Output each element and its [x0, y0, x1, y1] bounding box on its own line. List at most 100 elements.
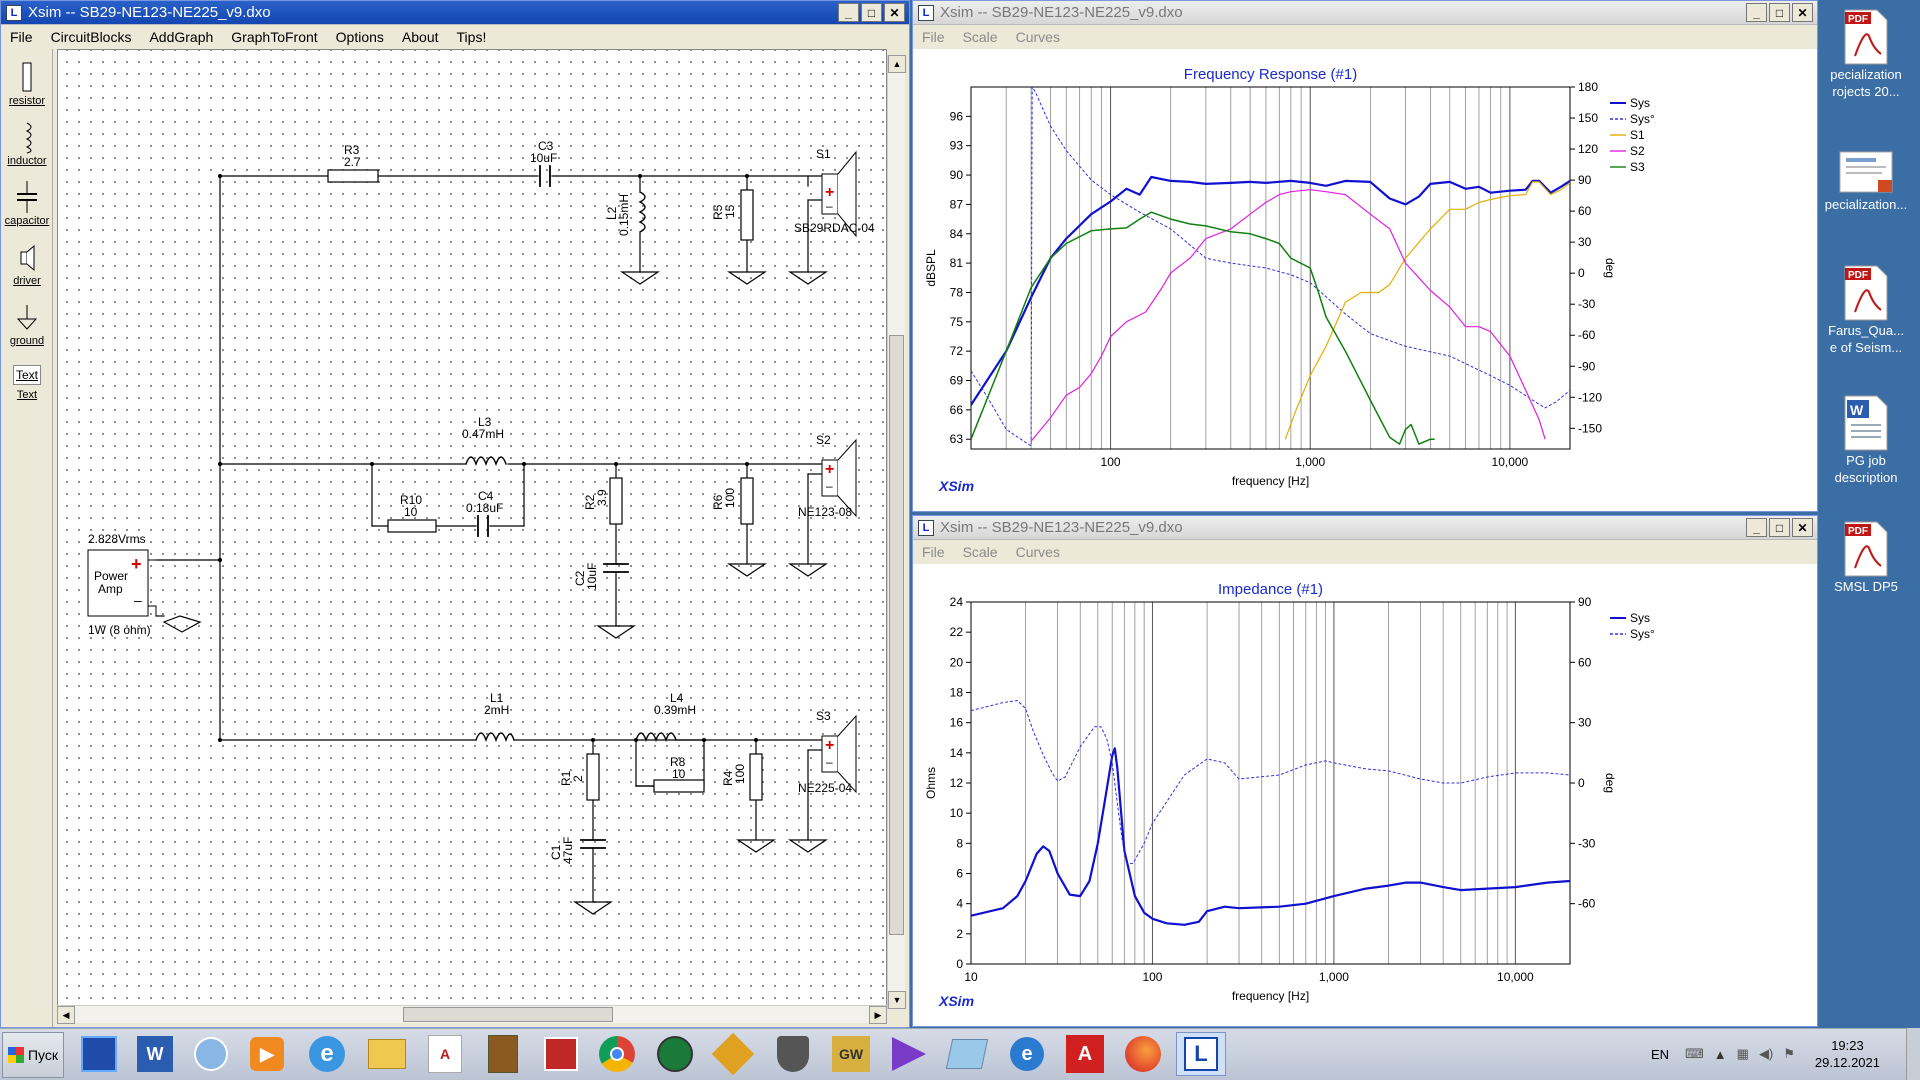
taskbar-app-xsim-icon[interactable]: L [1176, 1032, 1226, 1076]
freq-minimize-button[interactable]: _ [1746, 3, 1767, 22]
taskbar-app-tool-icon[interactable] [711, 1032, 755, 1076]
taskbar-app-firefox-icon[interactable] [1122, 1032, 1164, 1076]
taskbar-app-folder-icon[interactable] [366, 1032, 408, 1076]
imp-menu-curves[interactable]: Curves [1007, 544, 1069, 560]
power-amp-block[interactable]: + – Power Amp [87, 549, 157, 617]
menu-about[interactable]: About [393, 29, 448, 45]
value-l4: 0.39mH [654, 703, 696, 717]
palette-ground[interactable]: ground [1, 305, 53, 347]
desktop-icon-word[interactable]: W PG job description [1812, 394, 1920, 486]
taskbar-app-vs-icon[interactable] [888, 1032, 930, 1076]
taskbar-app-calculator-icon[interactable] [78, 1032, 120, 1076]
vscroll-thumb[interactable] [889, 335, 904, 935]
taskbar-app-globe-icon[interactable] [654, 1032, 696, 1076]
desktop-icon-ppt[interactable]: pecialization... [1812, 150, 1920, 213]
desktop-icon-pdf-1[interactable]: PDF pecialization rojects 20... [1812, 8, 1920, 100]
scroll-right-arrow[interactable]: ▶ [869, 1006, 887, 1024]
start-button[interactable]: Пуск [2, 1031, 64, 1078]
menu-file[interactable]: File [1, 29, 42, 45]
taskbar-app-autocad-icon[interactable]: A [1064, 1032, 1106, 1076]
y-tick-label: 18 [950, 686, 964, 700]
pdf-file-icon-2: PDF [1844, 265, 1888, 321]
menu-options[interactable]: Options [327, 29, 393, 45]
freq-graph-area[interactable]: 63 66 69 72 75 78 81 84 87 90 93 96 -150 -120 -90 -60 -3… [913, 49, 1817, 511]
taskbar-app-media-icon[interactable]: ▶ [246, 1032, 288, 1076]
clock[interactable]: 19:23 29.12.2021 [1815, 1037, 1880, 1071]
taskbar-app-pdf-icon[interactable]: A [424, 1032, 466, 1076]
palette-driver[interactable]: driver [1, 243, 53, 287]
palette-inductor[interactable]: inductor [1, 121, 53, 167]
amp-voltage: 2.828Vrms [88, 532, 146, 546]
menu-addgraph[interactable]: AddGraph [140, 29, 222, 45]
keyboard-icon[interactable]: ⌨ [1685, 1046, 1704, 1062]
freq-menu-file[interactable]: File [913, 29, 954, 45]
palette-capacitor[interactable]: capacitor [1, 181, 53, 227]
imp-graph-area[interactable]: 0 2 4 6 8 10 12 14 16 18 20 22 24 -60 -30 0 30 60 90 10 100 1… [913, 564, 1817, 1026]
legend-label[interactable]: Sys [1630, 96, 1650, 110]
palette-text[interactable]: Text Text [1, 365, 53, 401]
y-tick-label: 10 [950, 806, 964, 820]
main-window: L Xsim -- SB29-NE123-NE225_v9.dxo _ □ ✕ … [0, 0, 910, 1028]
freq-maximize-button[interactable]: □ [1769, 3, 1790, 22]
taskbar-app-search-icon[interactable] [190, 1032, 232, 1076]
legend-label[interactable]: S1 [1630, 128, 1645, 142]
x-tick-label: 1,000 [1295, 455, 1325, 469]
palette-resistor[interactable]: resistor [1, 61, 53, 107]
scroll-left-arrow[interactable]: ◀ [57, 1006, 75, 1024]
main-titlebar[interactable]: L Xsim -- SB29-NE123-NE225_v9.dxo _ □ ✕ [1, 1, 909, 25]
tray-expand-icon[interactable]: ▲ [1714, 1047, 1727, 1062]
legend-label[interactable]: S2 [1630, 144, 1645, 158]
scroll-up-arrow[interactable]: ▲ [888, 55, 906, 73]
taskbar-app-chart-icon[interactable] [540, 1032, 582, 1076]
svg-text:–: – [826, 479, 833, 493]
taskbar-app-shield-icon[interactable] [772, 1032, 814, 1076]
close-button[interactable]: ✕ [884, 3, 905, 22]
legend-label[interactable]: Sys° [1630, 627, 1655, 641]
desktop-icon-1-line1: pecialization [1830, 67, 1902, 82]
imp-maximize-button[interactable]: □ [1769, 518, 1790, 537]
flag-icon[interactable]: ⚑ [1783, 1046, 1795, 1062]
imp-menu-scale[interactable]: Scale [954, 544, 1007, 560]
taskbar-app-notes-icon[interactable] [945, 1032, 989, 1076]
menu-graphtofront[interactable]: GraphToFront [222, 29, 326, 45]
minimize-button[interactable]: _ [838, 3, 859, 22]
imp-minimize-button[interactable]: _ [1746, 518, 1767, 537]
taskbar-app-ie-icon[interactable]: e [306, 1032, 348, 1076]
value-l1: 2mH [484, 703, 509, 717]
freq-titlebar[interactable]: L Xsim -- SB29-NE123-NE225_v9.dxo _ □ ✕ [913, 1, 1817, 25]
imp-menu-file[interactable]: File [913, 544, 954, 560]
hscroll-thumb[interactable] [403, 1007, 613, 1022]
freq-menu-scale[interactable]: Scale [954, 29, 1007, 45]
schematic-canvas[interactable]: + – + – + – + – Power Amp 2.828Vrms 1W (… [57, 49, 887, 1009]
menu-tips[interactable]: Tips! [448, 29, 496, 45]
show-desktop-button[interactable] [1906, 1028, 1920, 1080]
taskbar-app-gw-icon[interactable]: GW [830, 1032, 872, 1076]
svg-text:W: W [1850, 402, 1864, 418]
schematic-vscrollbar[interactable]: ▲ ▼ [887, 55, 906, 1009]
freq-menu-curves[interactable]: Curves [1007, 29, 1069, 45]
language-indicator[interactable]: EN [1651, 1047, 1669, 1062]
desktop-icon-pdf-2[interactable]: PDF Farus_Qua... e of Seism... [1812, 264, 1920, 356]
taskbar-app-chrome-icon[interactable] [596, 1032, 638, 1076]
imp-close-button[interactable]: ✕ [1792, 518, 1813, 537]
desktop-icon-pdf-3[interactable]: PDF SMSL DP5 [1812, 520, 1920, 595]
menu-circuitblocks[interactable]: CircuitBlocks [42, 29, 141, 45]
legend-label[interactable]: S3 [1630, 160, 1645, 174]
y-tick-label: 20 [950, 655, 964, 669]
legend-label[interactable]: Sys [1630, 611, 1650, 625]
schematic-hscrollbar[interactable]: ◀ ▶ [57, 1005, 887, 1024]
x-axis-label: frequency [Hz] [1232, 989, 1309, 1003]
volume-icon[interactable]: ◀) [1759, 1046, 1773, 1062]
pdf-file-icon: PDF [1844, 9, 1888, 65]
palette-resistor-label: resistor [8, 95, 46, 107]
taskbar-app-edge-icon[interactable]: e [1006, 1032, 1048, 1076]
taskbar-app-book-icon[interactable] [482, 1032, 524, 1076]
scroll-down-arrow[interactable]: ▼ [888, 991, 906, 1009]
value-r4: 100 [733, 764, 747, 784]
maximize-button[interactable]: □ [861, 3, 882, 22]
taskbar-app-word-icon[interactable]: W [134, 1032, 176, 1076]
freq-close-button[interactable]: ✕ [1792, 3, 1813, 22]
network-icon[interactable]: ▦ [1737, 1046, 1749, 1062]
imp-titlebar[interactable]: L Xsim -- SB29-NE123-NE225_v9.dxo _ □ ✕ [913, 516, 1817, 540]
legend-label[interactable]: Sys° [1630, 112, 1655, 126]
